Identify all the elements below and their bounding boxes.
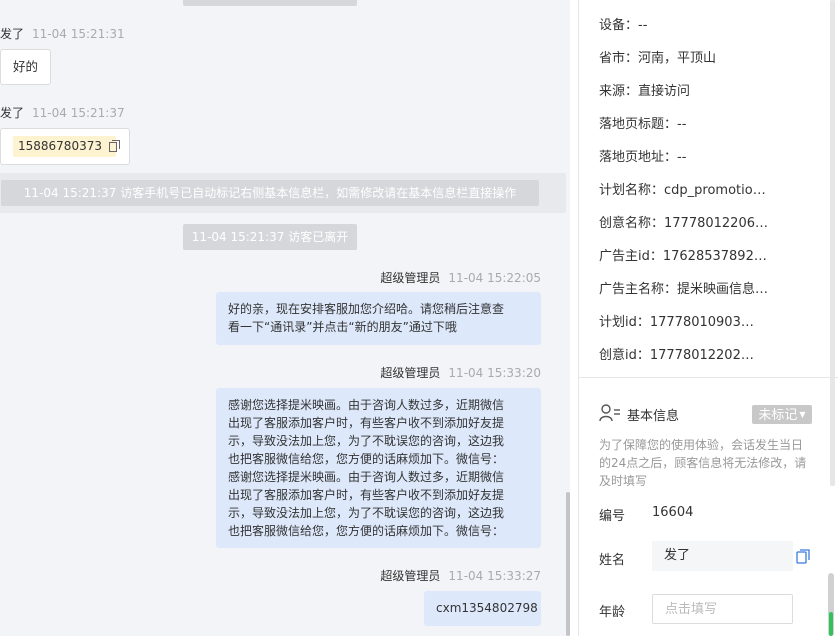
info-advertiser-id: 广告主id：1762853789236... xyxy=(599,249,769,264)
message-header: 超级管理员 11-04 15:22:05 xyxy=(380,269,541,286)
id-label: 编号 xyxy=(599,509,626,524)
section-divider xyxy=(579,377,838,378)
message-text: cxm1354802798 xyxy=(436,601,538,615)
message-line: 感谢您选择提米映画。由于咨询人数过多，近期微信 xyxy=(228,470,505,484)
info-source: 来源：直接访问 xyxy=(599,84,691,99)
info-region: 省市：河南，平顶山 xyxy=(599,51,717,66)
message-header: 超级管理员 11-04 15:33:27 xyxy=(380,567,541,584)
phone-chip[interactable]: 15886780373 xyxy=(13,136,120,157)
info-creative-name: 创意名称：17778012206453... xyxy=(599,216,769,231)
message-line: 看一下“通讯录”并点击“新的朋友”通过下哦 xyxy=(228,320,457,334)
message-line: 好的亲，现在安排客服加您介绍哈。请您稍后注意查 xyxy=(228,302,505,316)
info-plan-name: 计划名称：cdp_promotion_1777801... xyxy=(599,183,769,198)
message-text: 好的 xyxy=(12,59,38,74)
info-landing-title: 落地页标题：-- xyxy=(599,117,687,132)
name-value: 发了 xyxy=(664,548,691,563)
info-scrollbar[interactable] xyxy=(830,0,835,486)
info-plan-id: 计划id：1777801090335... xyxy=(599,315,754,330)
mark-dropdown[interactable]: 未标记 ▼ xyxy=(752,405,812,424)
agent-message-bubble: 好的亲，现在安排客服加您介绍哈。请您稍后注意查 看一下“通讯录”并点击“新的朋友… xyxy=(216,292,541,345)
message-time: 11-04 15:21:37 xyxy=(32,106,125,120)
message-line: 也把客服微信给您，您方便的话麻烦加下。微信号： xyxy=(228,452,505,466)
message-line: 出现了客服添加客户时，有些客户收不到添加好友提 xyxy=(228,416,505,430)
age-input[interactable]: 点击填写 xyxy=(652,594,793,624)
info-device: 设备：-- xyxy=(599,18,648,33)
message-line: 感谢您选择提米映画。由于咨询人数过多，近期微信 xyxy=(228,398,505,412)
phone-number: 15886780373 xyxy=(18,139,102,153)
visitor-info-panel: 设备：-- 省市：河南，平顶山 来源：直接访问 落地页标题：-- 落地页地址：-… xyxy=(579,0,838,636)
system-message-text: 11-04 15:21:37 访客已离开 xyxy=(191,230,349,244)
sender-name: 超级管理员 xyxy=(380,271,441,285)
info-landing-url: 落地页地址：-- xyxy=(599,150,687,165)
system-message: 11-04 15:21:37 访客手机号已自动标记右侧基本信息栏，如需修改请在基… xyxy=(0,173,566,213)
visitor-message-bubble: 好的 xyxy=(0,49,51,85)
system-message: 11-04 15:21:37 访客已离开 xyxy=(183,224,357,250)
id-value: 16604 xyxy=(652,505,694,520)
age-placeholder: 点击填写 xyxy=(665,602,718,617)
scroll-indicator xyxy=(829,612,833,636)
copy-icon[interactable] xyxy=(796,549,810,564)
system-message-cutoff xyxy=(183,0,357,6)
message-header: 发了 11-04 15:21:37 xyxy=(0,104,125,121)
visitor-phone-bubble: 15886780373 xyxy=(0,128,130,165)
message-time: 11-04 15:21:31 xyxy=(32,27,125,41)
name-label: 姓名 xyxy=(599,553,626,568)
copy-icon[interactable] xyxy=(108,140,120,152)
basic-info-title: 基本信息 xyxy=(627,409,680,424)
sender-name: 超级管理员 xyxy=(380,569,441,583)
message-time: 11-04 15:33:27 xyxy=(448,569,541,583)
system-message-text: 11-04 15:21:37 访客手机号已自动标记右侧基本信息栏，如需修改请在基… xyxy=(23,186,517,200)
basic-info-notice: 为了保障您的使用体验，会话发生当日 的24点之后，顾客信息将无法修改，请 及时填… xyxy=(599,438,807,488)
message-line: 出现了客服添加客户时，有些客户收不到添加好友提 xyxy=(228,488,505,502)
chat-scrollbar[interactable] xyxy=(566,492,570,636)
info-creative-id: 创意id：1777801220293... xyxy=(599,348,754,363)
agent-message-bubble: cxm1354802798 xyxy=(424,591,541,626)
mark-dropdown-label: 未标记 xyxy=(758,408,798,423)
message-header: 发了 11-04 15:21:31 xyxy=(0,25,125,42)
sender-name: 发了 xyxy=(0,106,25,120)
age-label: 年龄 xyxy=(599,605,626,620)
user-info-icon xyxy=(599,404,620,422)
message-line: 也把客服微信给您，您方便的话麻烦加下。微信号： xyxy=(228,524,505,538)
message-line: 示，导致没法加上您，为了不耽误您的咨询，这边我 xyxy=(228,506,505,520)
message-time: 11-04 15:22:05 xyxy=(448,271,541,285)
caret-down-icon: ▼ xyxy=(799,410,806,419)
system-message-pill: 11-04 15:21:37 访客手机号已自动标记右侧基本信息栏，如需修改请在基… xyxy=(1,180,539,206)
message-line: 示，导致没法加上您，为了不耽误您的咨询，这边我 xyxy=(228,434,505,448)
sender-name: 超级管理员 xyxy=(380,366,441,380)
chat-panel: 发了 11-04 15:21:31 好的 发了 11-04 15:21:37 158… xyxy=(0,0,570,636)
agent-message-bubble: 感谢您选择提米映画。由于咨询人数过多，近期微信 出现了客服添加客户时，有些客户收… xyxy=(216,388,541,548)
info-advertiser-name: 广告主名称：提米映画信息科技 xyxy=(599,282,777,297)
sender-name: 发了 xyxy=(0,27,25,41)
message-time: 11-04 15:33:20 xyxy=(448,366,541,380)
message-header: 超级管理员 11-04 15:33:20 xyxy=(380,364,541,381)
name-field[interactable]: 发了 xyxy=(652,541,793,571)
